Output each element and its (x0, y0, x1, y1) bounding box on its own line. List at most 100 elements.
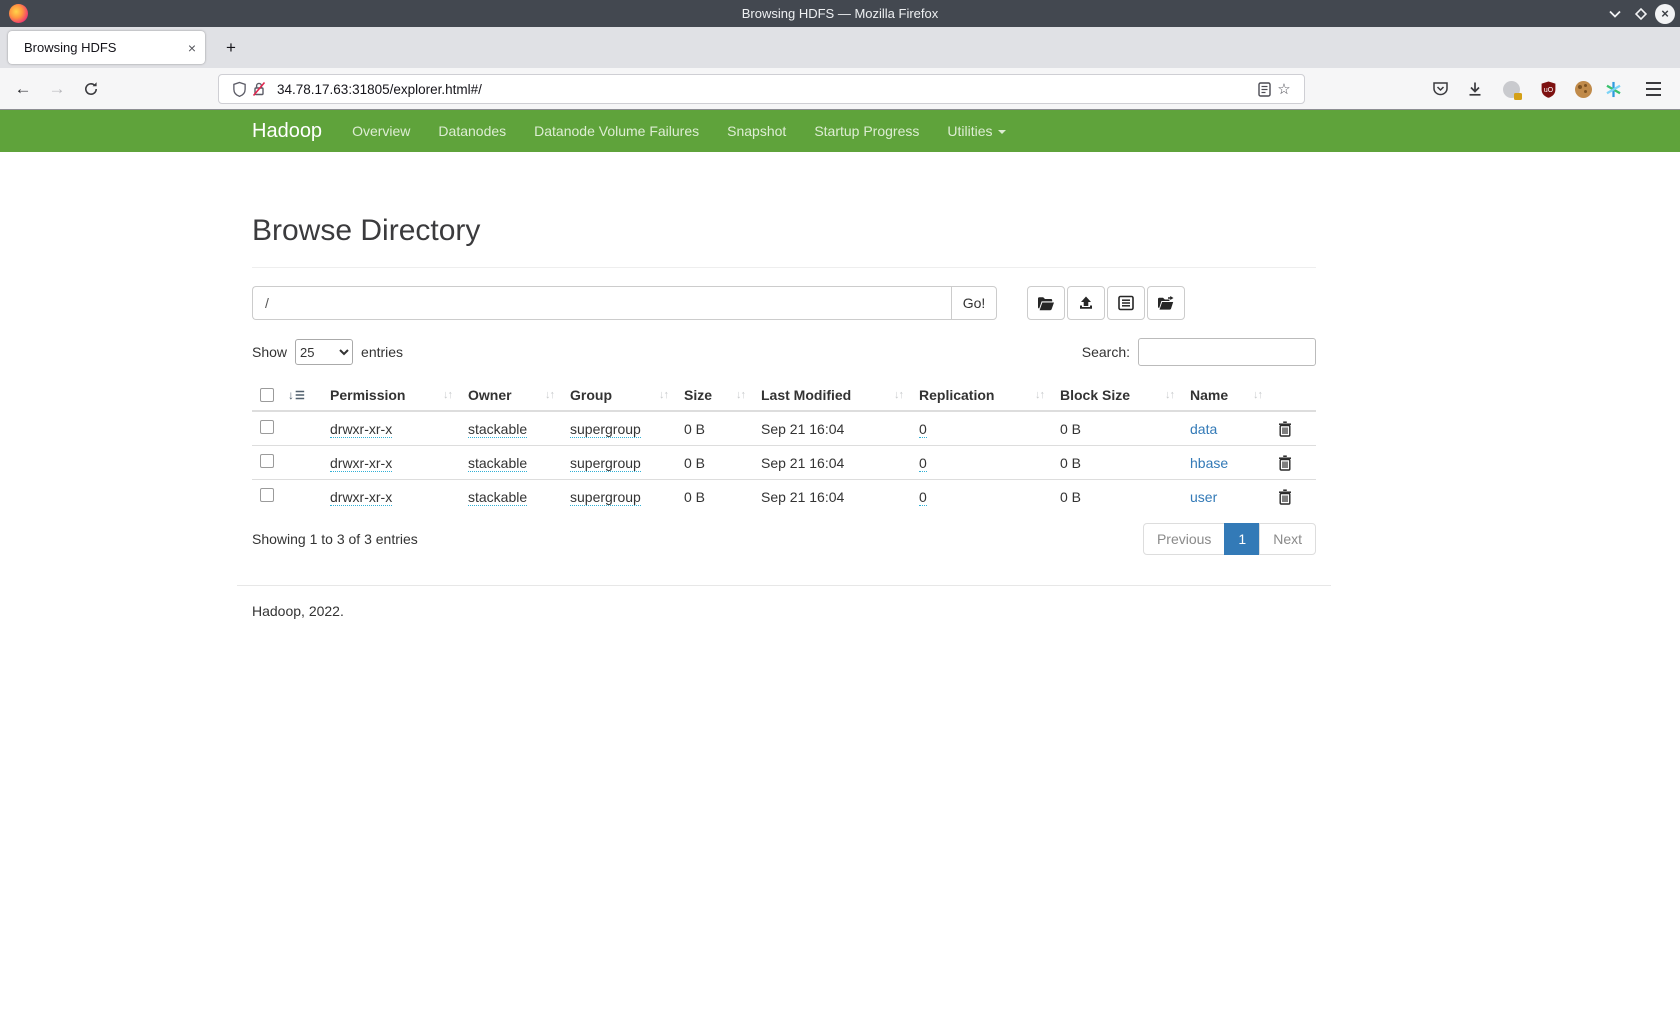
cell-owner: stackable (468, 455, 527, 472)
column-header-permission[interactable]: Permission ↓↑ (322, 380, 460, 411)
window-minimize-button[interactable] (1602, 0, 1628, 27)
window-close-button[interactable]: × (1654, 0, 1680, 27)
column-header-group[interactable]: Group↓↑ (562, 380, 676, 411)
asterisk-extension-icon[interactable] (1598, 74, 1628, 104)
column-header-name[interactable]: Name↓↑ (1182, 380, 1270, 411)
sort-icon: ↓↑ (1155, 389, 1174, 401)
navbar-brand[interactable]: Hadoop (252, 120, 322, 143)
cell-last-modified: Sep 21 16:04 (761, 489, 844, 505)
reload-button[interactable] (76, 74, 106, 104)
go-button[interactable]: Go! (951, 286, 997, 320)
utilities-label: Utilities (947, 123, 992, 139)
chevron-down-icon (1609, 10, 1621, 18)
directory-path-input[interactable] (252, 286, 951, 320)
new-tab-button[interactable]: + (218, 35, 244, 61)
tab-bar: Browsing HDFS × + (0, 27, 1680, 68)
select-all-checkbox[interactable] (260, 388, 274, 402)
row-checkbox[interactable] (260, 454, 274, 468)
folder-move-icon (1157, 295, 1175, 311)
table-header-row: ↓☰ Permission ↓↑ Owner↓↑ Group↓↑ Size↓↑ L… (252, 380, 1316, 411)
nav-item-snapshot[interactable]: Snapshot (713, 123, 800, 139)
trash-icon (1278, 455, 1292, 471)
sort-amount-asc-icon: ↓☰ (288, 388, 305, 402)
cell-group: supergroup (570, 489, 641, 506)
row-checkbox[interactable] (260, 488, 274, 502)
divider (252, 267, 1316, 268)
directory-link[interactable]: data (1190, 421, 1217, 437)
nav-item-startup-progress[interactable]: Startup Progress (800, 123, 933, 139)
row-checkbox[interactable] (260, 420, 274, 434)
upload-files-button[interactable] (1067, 286, 1105, 320)
menu-hamburger-icon[interactable] (1638, 74, 1668, 104)
pocket-icon[interactable] (1425, 74, 1455, 104)
sort-icon: ↓↑ (649, 389, 668, 401)
directory-link[interactable]: hbase (1190, 455, 1228, 471)
extension-icon[interactable] (1496, 74, 1526, 104)
pagination-next[interactable]: Next (1259, 523, 1316, 555)
cell-owner: stackable (468, 421, 527, 438)
table-row: drwxr-xr-x stackable supergroup 0 B Sep … (252, 446, 1316, 480)
pagination-previous[interactable]: Previous (1143, 523, 1225, 555)
delete-button[interactable] (1278, 421, 1292, 437)
delete-button[interactable] (1278, 489, 1292, 505)
cell-group: supergroup (570, 421, 641, 438)
bookmark-star-icon[interactable]: ☆ (1274, 79, 1294, 99)
list-alt-icon (1118, 295, 1134, 311)
column-header-replication[interactable]: Replication↓↑ (911, 380, 1052, 411)
table-row: drwxr-xr-x stackable supergroup 0 B Sep … (252, 411, 1316, 446)
move-paste-button[interactable] (1147, 286, 1185, 320)
column-header-size[interactable]: Size↓↑ (676, 380, 753, 411)
close-icon: × (1655, 4, 1675, 24)
page-length-select[interactable]: 25 (295, 339, 353, 365)
ublock-origin-icon[interactable]: uO (1533, 74, 1563, 104)
trash-icon (1278, 421, 1292, 437)
column-header-block-size[interactable]: Block Size ↓↑ (1052, 380, 1182, 411)
url-bar[interactable]: 34.78.17.63:31805/explorer.html#/ ☆ (218, 74, 1305, 104)
sort-icon: ↓↑ (433, 389, 452, 401)
nav-item-overview[interactable]: Overview (338, 123, 424, 139)
path-form: Go! (252, 286, 1316, 320)
shield-icon[interactable] (229, 79, 249, 99)
reader-mode-icon[interactable] (1254, 79, 1274, 99)
cell-replication: 0 (919, 455, 927, 472)
pagination-page-1[interactable]: 1 (1224, 523, 1260, 555)
nav-item-utilities[interactable]: Utilities (933, 123, 1019, 139)
search-label: Search: (1082, 344, 1130, 360)
cell-last-modified: Sep 21 16:04 (761, 455, 844, 471)
browse-directory-panel: Browse Directory Go! (237, 214, 1331, 619)
table-row: drwxr-xr-x stackable supergroup 0 B Sep … (252, 480, 1316, 514)
directory-link[interactable]: user (1190, 489, 1217, 505)
column-label: Permission (330, 387, 405, 403)
diamond-icon (1634, 7, 1648, 21)
cell-size: 0 B (684, 489, 705, 505)
select-all-header[interactable]: ↓☰ (252, 380, 322, 411)
search-input[interactable] (1138, 338, 1316, 366)
nav-item-datanodes[interactable]: Datanodes (424, 123, 520, 139)
browser-tab[interactable]: Browsing HDFS × (8, 31, 205, 64)
insecure-lock-icon[interactable] (249, 79, 269, 99)
column-label: Last Modified (761, 387, 851, 403)
sort-icon: ↓↑ (726, 389, 745, 401)
create-directory-button[interactable] (1027, 286, 1065, 320)
delete-button[interactable] (1278, 455, 1292, 471)
column-label: Block Size (1060, 387, 1130, 403)
cell-replication: 0 (919, 489, 927, 506)
download-icon[interactable] (1460, 74, 1490, 104)
page-length-control: Show 25 entries (252, 339, 403, 365)
url-text: 34.78.17.63:31805/explorer.html#/ (277, 82, 1254, 97)
nav-item-datanode-volume-failures[interactable]: Datanode Volume Failures (520, 123, 713, 139)
trash-icon (1278, 489, 1292, 505)
column-header-last-modified[interactable]: Last Modified↓↑ (753, 380, 911, 411)
cookie-icon[interactable] (1568, 74, 1598, 104)
cell-permission: drwxr-xr-x (330, 489, 392, 506)
tab-close-icon[interactable]: × (179, 40, 205, 56)
back-button[interactable]: ← (8, 74, 38, 104)
column-header-owner[interactable]: Owner↓↑ (460, 380, 562, 411)
window-maximize-button[interactable] (1628, 0, 1654, 27)
window-titlebar: Browsing HDFS — Mozilla Firefox × (0, 0, 1680, 27)
cell-permission: drwxr-xr-x (330, 421, 392, 438)
upload-icon (1078, 295, 1094, 311)
forward-button[interactable]: → (42, 74, 72, 104)
column-header-delete (1270, 380, 1316, 411)
set-permissions-button[interactable] (1107, 286, 1145, 320)
